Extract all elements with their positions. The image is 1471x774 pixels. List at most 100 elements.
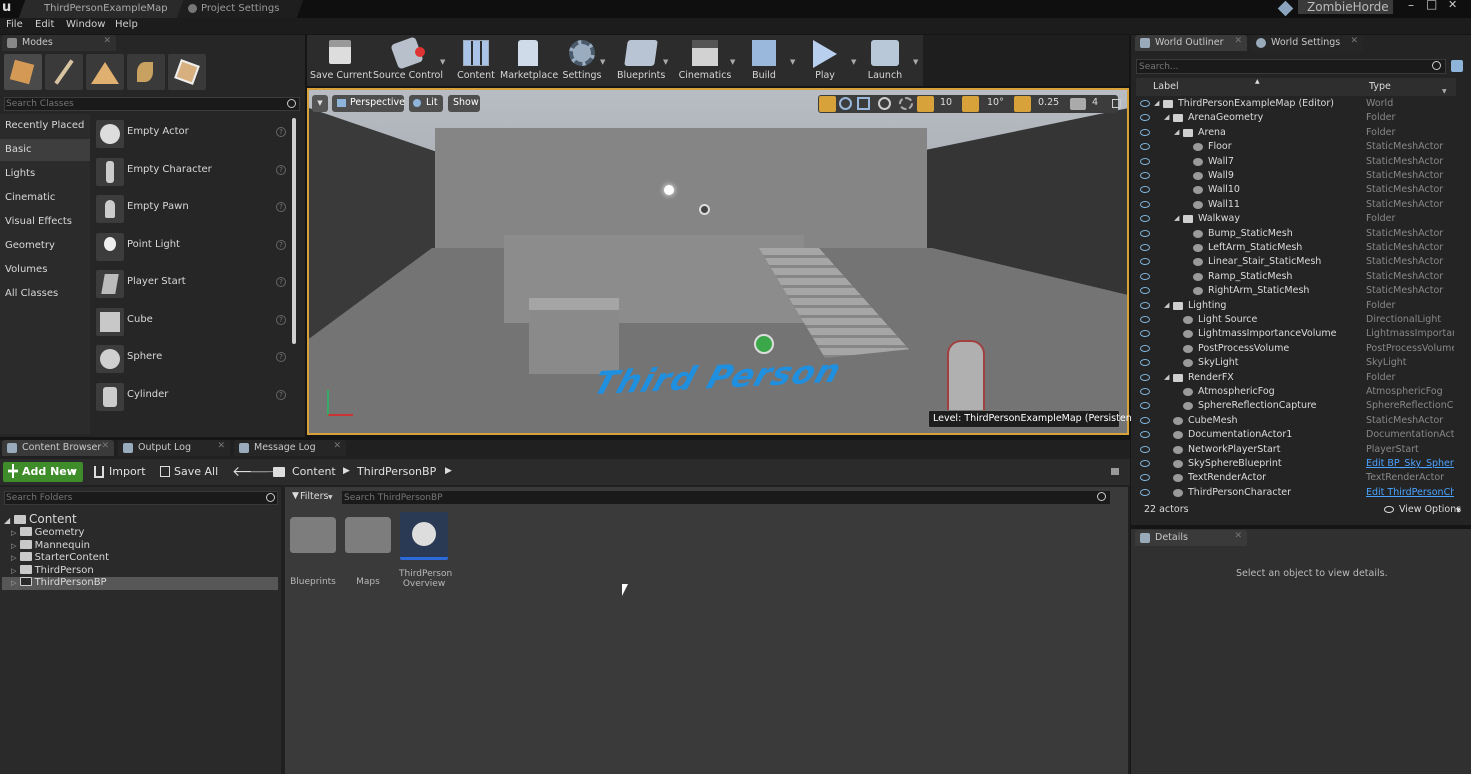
visibility-eye-icon[interactable] — [1140, 359, 1150, 367]
search-folders-input[interactable] — [6, 491, 256, 505]
place-item-sphere[interactable]: Sphere? — [94, 341, 292, 377]
outliner-row[interactable]: Wall10 StaticMeshActor — [1136, 183, 1454, 197]
outliner-row[interactable]: DocumentationActor1 DocumentationActor — [1136, 428, 1454, 442]
dropdown-arrow-icon[interactable]: ▼ — [790, 58, 795, 66]
tab-content-browser[interactable]: Content Browser ✕ — [2, 440, 114, 456]
search-classes-input[interactable] — [6, 97, 276, 111]
help-icon[interactable]: ? — [276, 240, 286, 250]
paint-mode-icon[interactable] — [45, 54, 83, 90]
outliner-row[interactable]: ◢ Walkway Folder — [1136, 212, 1454, 226]
outliner-row[interactable]: Light Source DirectionalLight — [1136, 313, 1454, 327]
visibility-eye-icon[interactable] — [1140, 100, 1150, 107]
marketplace-button[interactable]: Marketplace — [500, 37, 558, 85]
asset-folder-maps[interactable]: Maps — [343, 513, 393, 587]
breadcrumb-thirdpersonbp[interactable]: ThirdPersonBP — [357, 465, 436, 478]
dropdown-arrow-icon[interactable]: ▼ — [730, 58, 735, 66]
viewport-menu-button[interactable]: ▼ — [312, 95, 328, 112]
blueprints-button[interactable]: Blueprints — [617, 37, 665, 85]
visibility-eye-icon[interactable] — [1140, 431, 1150, 439]
visibility-eye-icon[interactable] — [1140, 272, 1150, 280]
tree-item-mannequin[interactable]: ▷ Mannequin — [11, 540, 90, 551]
scale-tool-icon[interactable] — [857, 97, 870, 110]
outliner-row-edit-link[interactable]: Edit BP_Sky_Sphere — [1366, 458, 1454, 469]
visibility-eye-icon[interactable] — [1140, 244, 1150, 251]
visibility-eye-icon[interactable] — [1140, 316, 1150, 323]
save-all-button[interactable]: Save All — [174, 465, 218, 478]
visibility-eye-icon[interactable] — [1140, 474, 1150, 482]
outliner-row[interactable]: Wall9 StaticMeshActor — [1136, 169, 1454, 183]
outliner-row[interactable]: Linear_Stair_StaticMesh StaticMeshActor — [1136, 255, 1454, 269]
visibility-eye-icon[interactable] — [1140, 287, 1150, 295]
outliner-row[interactable]: ◢ RenderFX Folder — [1136, 371, 1454, 385]
outliner-row[interactable]: PostProcessVolume PostProcessVolume — [1136, 342, 1454, 356]
play-button[interactable]: Play — [808, 37, 842, 85]
category-basic[interactable]: Basic — [5, 144, 31, 155]
camera-speed-icon[interactable] — [1070, 98, 1086, 110]
outliner-row[interactable]: Ramp_StaticMesh StaticMeshActor — [1136, 270, 1454, 284]
tab-world-outliner[interactable]: World Outliner ✕ — [1135, 35, 1247, 51]
visibility-eye-icon[interactable] — [1140, 488, 1150, 496]
outliner-row[interactable]: Floor StaticMeshActor — [1136, 140, 1454, 154]
tree-item-geometry[interactable]: ▷ Geometry — [11, 527, 84, 538]
outliner-row[interactable]: AtmosphericFog AtmosphericFog — [1136, 385, 1454, 399]
visibility-eye-icon[interactable] — [1140, 388, 1150, 395]
lock-icon[interactable] — [1111, 468, 1119, 475]
settings-button[interactable]: Settings — [561, 37, 603, 85]
grid-snap-value[interactable]: 10 — [940, 97, 952, 108]
outliner-row[interactable]: ThirdPersonCharacter Edit ThirdPersonCh — [1136, 486, 1454, 500]
rotation-snap-icon[interactable] — [962, 96, 979, 112]
help-icon[interactable]: ? — [276, 202, 286, 212]
visibility-eye-icon[interactable] — [1140, 402, 1150, 410]
visibility-eye-icon[interactable] — [1140, 128, 1150, 136]
outliner-row[interactable]: Bump_StaticMesh StaticMeshActor — [1136, 227, 1454, 241]
geometry-mode-icon[interactable] — [168, 54, 206, 90]
place-item-cube[interactable]: Cube? — [94, 304, 292, 340]
visibility-eye-icon[interactable] — [1140, 172, 1150, 179]
asset-thirdperson-overview[interactable]: ThirdPerson Overview — [399, 512, 452, 589]
tab-output-log[interactable]: Output Log ✕ — [118, 440, 230, 456]
maximize-viewport-icon[interactable] — [1112, 99, 1121, 108]
category-geometry[interactable]: Geometry — [5, 240, 55, 251]
source-control-button[interactable]: Source Control — [373, 36, 443, 85]
outliner-row-edit-link[interactable]: Edit ThirdPersonCh — [1366, 487, 1454, 498]
help-icon[interactable]: ? — [276, 165, 286, 175]
visibility-eye-icon[interactable] — [1140, 460, 1150, 467]
asset-folder-blueprints[interactable]: Blueprints — [288, 513, 338, 587]
place-item-empty-actor[interactable]: Empty Actor? — [94, 116, 292, 152]
visibility-eye-icon[interactable] — [1140, 143, 1150, 151]
category-lights[interactable]: Lights — [5, 168, 35, 179]
tab-details[interactable]: Details ✕ — [1135, 530, 1247, 546]
outliner-row[interactable]: NetworkPlayerStart PlayerStart — [1136, 443, 1454, 457]
build-button[interactable]: Build — [748, 37, 780, 85]
visibility-eye-icon[interactable] — [1140, 445, 1150, 453]
category-cinematic[interactable]: Cinematic — [5, 192, 55, 203]
third-person-character[interactable] — [949, 342, 983, 416]
expand-arrow-icon[interactable]: ◢ — [1164, 301, 1169, 309]
category-all-classes[interactable]: All Classes — [5, 288, 58, 299]
visibility-eye-icon[interactable] — [1140, 200, 1150, 208]
help-icon[interactable]: ? — [276, 390, 286, 400]
outliner-row[interactable]: SkySphereBlueprint Edit BP_Sky_Sphere — [1136, 457, 1454, 471]
content-button[interactable]: Content — [456, 37, 496, 85]
source-control-icon[interactable] — [1277, 0, 1294, 17]
rotate-tool-icon[interactable] — [839, 97, 852, 110]
help-icon[interactable]: ? — [276, 277, 286, 287]
world-local-icon[interactable] — [878, 97, 891, 110]
add-filter-icon[interactable] — [1451, 60, 1463, 72]
outliner-row[interactable]: ◢ Arena Folder — [1136, 126, 1454, 140]
category-visual-effects[interactable]: Visual Effects — [5, 216, 72, 227]
place-item-empty-pawn[interactable]: Empty Pawn? — [94, 191, 292, 227]
foliage-mode-icon[interactable] — [127, 54, 165, 90]
sun-icon[interactable] — [664, 185, 674, 195]
import-button[interactable]: Import — [109, 465, 146, 478]
place-item-point-light[interactable]: Point Light? — [94, 229, 292, 265]
tree-item-startercontent[interactable]: ▷ StarterContent — [11, 552, 109, 563]
outliner-row[interactable]: RightArm_StaticMesh StaticMeshActor — [1136, 284, 1454, 298]
unreal-logo-icon[interactable]: u — [2, 1, 16, 16]
outliner-row[interactable]: ◢ ThirdPersonExampleMap (Editor) World — [1136, 97, 1454, 111]
expand-arrow-icon[interactable]: ◢ — [1164, 373, 1169, 381]
place-mode-icon[interactable] — [4, 54, 42, 90]
tab-world-settings[interactable]: World Settings ✕ — [1251, 35, 1363, 51]
minimize-button[interactable]: – — [1408, 0, 1414, 12]
tab-message-log[interactable]: Message Log ✕ — [234, 440, 346, 456]
